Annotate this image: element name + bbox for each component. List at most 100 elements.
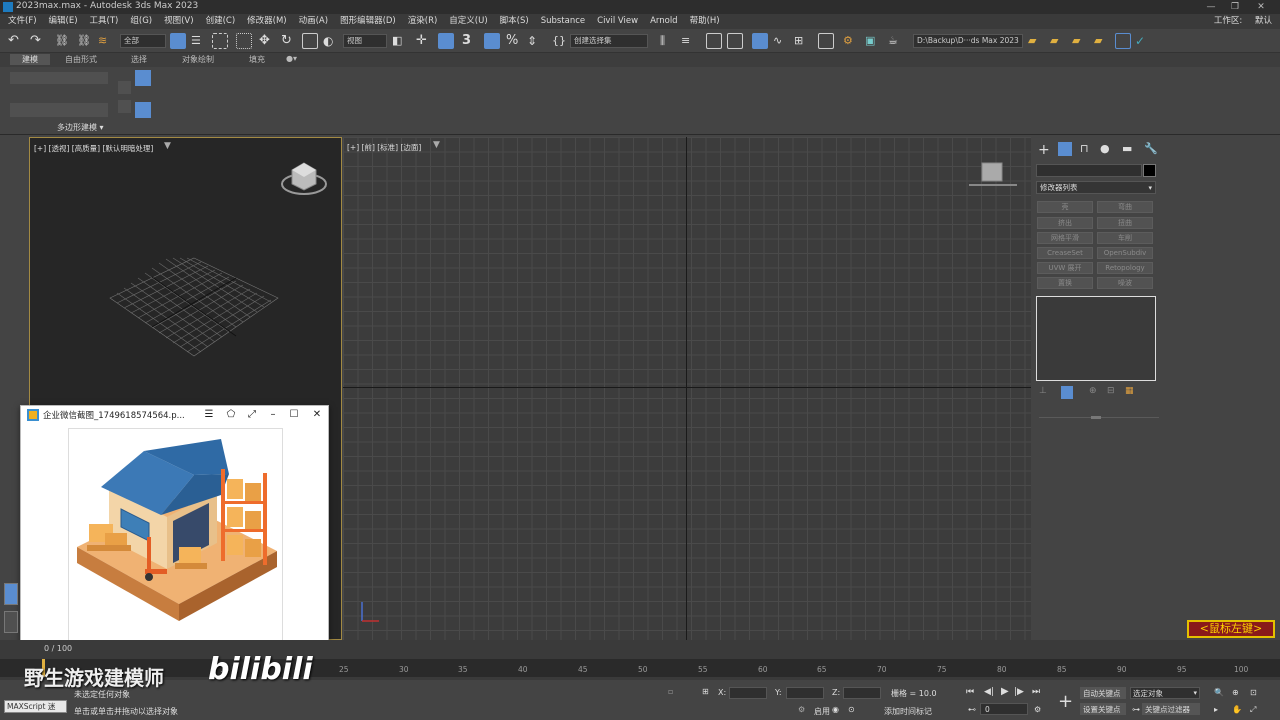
zoom-all-icon[interactable]: ⊕ (1232, 688, 1239, 697)
workspace-selector[interactable]: 工作区: 默认 (1214, 14, 1272, 29)
make-unique-icon[interactable]: ⊕ (1089, 386, 1097, 396)
show-end-result-icon[interactable] (1061, 386, 1073, 399)
menu-edit[interactable]: 编辑(E) (43, 14, 84, 29)
asset-icon[interactable]: ▰ (1094, 33, 1110, 49)
edit-named-selection-icon[interactable]: {} (552, 33, 568, 49)
select-manipulate-icon[interactable]: ✛ (416, 33, 432, 49)
key-filters-button[interactable]: 关键点过滤器 (1142, 703, 1200, 715)
named-selection-dropdown[interactable]: 创建选择集 (570, 34, 648, 48)
close-icon[interactable]: ✕ (310, 408, 324, 422)
menu-substance[interactable]: Substance (535, 14, 591, 29)
menu-views[interactable]: 视图(V) (158, 14, 199, 29)
object-color-swatch[interactable] (1143, 164, 1156, 177)
modifier-button-meshsmooth[interactable]: 网格平滑 (1037, 232, 1093, 244)
tab-populate[interactable]: 填充 (249, 54, 265, 65)
play-icon[interactable]: ▶ (1001, 686, 1009, 697)
tab-selection[interactable]: 选择 (131, 54, 147, 65)
menu-customize[interactable]: 自定义(U) (443, 14, 493, 29)
modifier-button-opensubdiv[interactable]: OpenSubdiv (1097, 247, 1153, 259)
rendered-frame-icon[interactable]: ▣ (865, 33, 881, 49)
render-production-icon[interactable]: ☕ (888, 33, 904, 49)
ribbon-group-label[interactable]: 多边形建模 ▾ (57, 122, 104, 133)
y-coord-field[interactable] (786, 687, 824, 699)
modifier-stack-list[interactable] (1036, 296, 1156, 381)
modifier-button-uvw-unwrap[interactable]: UVW 展开 (1037, 262, 1093, 274)
track-bar[interactable]: 15 25 30 35 40 45 50 55 60 65 70 75 80 8… (0, 659, 1280, 677)
selection-filter-dropdown[interactable]: 全部 (120, 34, 166, 48)
material-editor-icon[interactable] (818, 33, 834, 49)
mirror-icon[interactable]: ⫼ (660, 33, 676, 49)
filter-icon[interactable]: ▼ (164, 141, 171, 151)
pan-icon[interactable]: ✋ (1232, 705, 1242, 714)
modeling-tool-icon-2[interactable] (135, 102, 151, 118)
previous-frame-icon[interactable]: ◀| (984, 687, 994, 697)
select-by-name-icon[interactable]: ☰ (191, 33, 207, 49)
menu-file[interactable]: 文件(F) (0, 14, 43, 29)
unlink-icon[interactable]: ⛓ (77, 33, 93, 49)
menu-arnold[interactable]: Arnold (644, 14, 684, 29)
remove-modifier-icon[interactable]: ⊟ (1107, 386, 1115, 396)
menu-modifiers[interactable]: 修改器(M) (241, 14, 292, 29)
modifier-button-twist[interactable]: 扭曲 (1097, 217, 1153, 229)
open-folder-icon[interactable]: ▰ (1050, 33, 1066, 49)
angle-snap-icon[interactable] (484, 33, 500, 49)
menu-rendering[interactable]: 渲染(R) (402, 14, 444, 29)
lock-selection-icon[interactable]: ▫ (668, 687, 673, 696)
go-to-start-icon[interactable]: ⏮ (966, 687, 974, 697)
save-folder-icon[interactable]: ▰ (1072, 33, 1088, 49)
key-filter-icon[interactable]: ⊶ (1132, 705, 1140, 714)
time-config-icon[interactable]: ⚙ (1034, 705, 1041, 714)
tab-freeform[interactable]: 自由形式 (65, 54, 97, 65)
left-strip-button[interactable] (4, 583, 18, 605)
field-of-view-icon[interactable]: ▸ (1214, 705, 1218, 714)
viewcube-icon[interactable] (280, 158, 330, 203)
viewcube-front-icon[interactable] (965, 159, 1021, 189)
object-name-field[interactable] (1036, 164, 1142, 177)
motion-tab-icon[interactable]: ● (1100, 142, 1110, 155)
close-button[interactable]: ✕ (1250, 0, 1272, 14)
reference-coordinate-dropdown[interactable]: 视图 (343, 34, 387, 48)
rectangular-selection-icon[interactable] (212, 33, 228, 49)
hierarchy-tab-icon[interactable]: ⊓ (1080, 142, 1089, 155)
image-viewer-window[interactable]: 企业微信截图_1749618574564.p... ☰ ⬠ ⤢ – ☐ ✕ (20, 405, 329, 645)
render-setup-icon[interactable]: ⚙ (843, 33, 859, 49)
filter-icon[interactable]: ▼ (433, 140, 440, 150)
tab-modeling[interactable]: 建模 (10, 54, 50, 65)
add-time-tag[interactable]: 添加时间标记 (884, 706, 932, 717)
window-crossing-icon[interactable] (236, 33, 252, 49)
modifier-button-creaseset[interactable]: CreaseSet (1037, 247, 1093, 259)
viewport-label-main[interactable]: [+] [前] [标准] [边面] (347, 142, 421, 153)
selected-dropdown[interactable]: 选定对象 ▾ (1130, 687, 1200, 699)
modifier-button-displace[interactable]: 置换 (1037, 277, 1093, 289)
link-icon[interactable]: ⛓ (55, 33, 71, 49)
panel-resize-handle[interactable] (1091, 416, 1101, 419)
rotate-icon[interactable]: ↻ (281, 33, 297, 49)
current-frame-field[interactable]: 0 (980, 703, 1028, 715)
modifier-button-bend[interactable]: 弯曲 (1097, 201, 1153, 213)
zoom-extents-icon[interactable]: ⊡ (1250, 688, 1257, 697)
isolate-toggle-icon[interactable]: ⊙ (848, 705, 855, 714)
modifier-button-retopology[interactable]: Retopology (1097, 262, 1153, 274)
align-icon[interactable]: ≡ (681, 33, 697, 49)
modify-tab-icon[interactable] (1058, 142, 1072, 156)
pin-stack-icon[interactable]: ⊥ (1039, 386, 1047, 396)
select-object-icon[interactable] (170, 33, 186, 49)
modeling-tool-icon[interactable] (135, 70, 151, 86)
bind-space-warp-icon[interactable]: ≋ (98, 33, 114, 49)
menu-group[interactable]: 组(G) (124, 14, 158, 29)
redo-icon[interactable]: ↷ (30, 33, 46, 49)
modifier-button-noise[interactable]: 噪波 (1097, 277, 1153, 289)
minimize-icon[interactable]: – (266, 408, 280, 422)
scale-icon[interactable] (302, 33, 318, 49)
menu-civil-view[interactable]: Civil View (591, 14, 644, 29)
maxscript-listener[interactable]: MAXScript 迷 (4, 700, 67, 713)
menu-help[interactable]: 帮助(H) (684, 14, 726, 29)
menu-scripting[interactable]: 脚本(S) (494, 14, 535, 29)
layer-explorer-icon[interactable] (727, 33, 743, 49)
display-tab-icon[interactable]: ▬ (1122, 142, 1132, 155)
modifier-button-lathe[interactable]: 车削 (1097, 232, 1153, 244)
key-mode-icon[interactable]: ⊷ (968, 705, 976, 714)
modifier-button-extrude[interactable]: 挤出 (1037, 217, 1093, 229)
move-icon[interactable]: ✥ (259, 33, 275, 49)
maximize-icon[interactable]: ☐ (287, 408, 301, 422)
